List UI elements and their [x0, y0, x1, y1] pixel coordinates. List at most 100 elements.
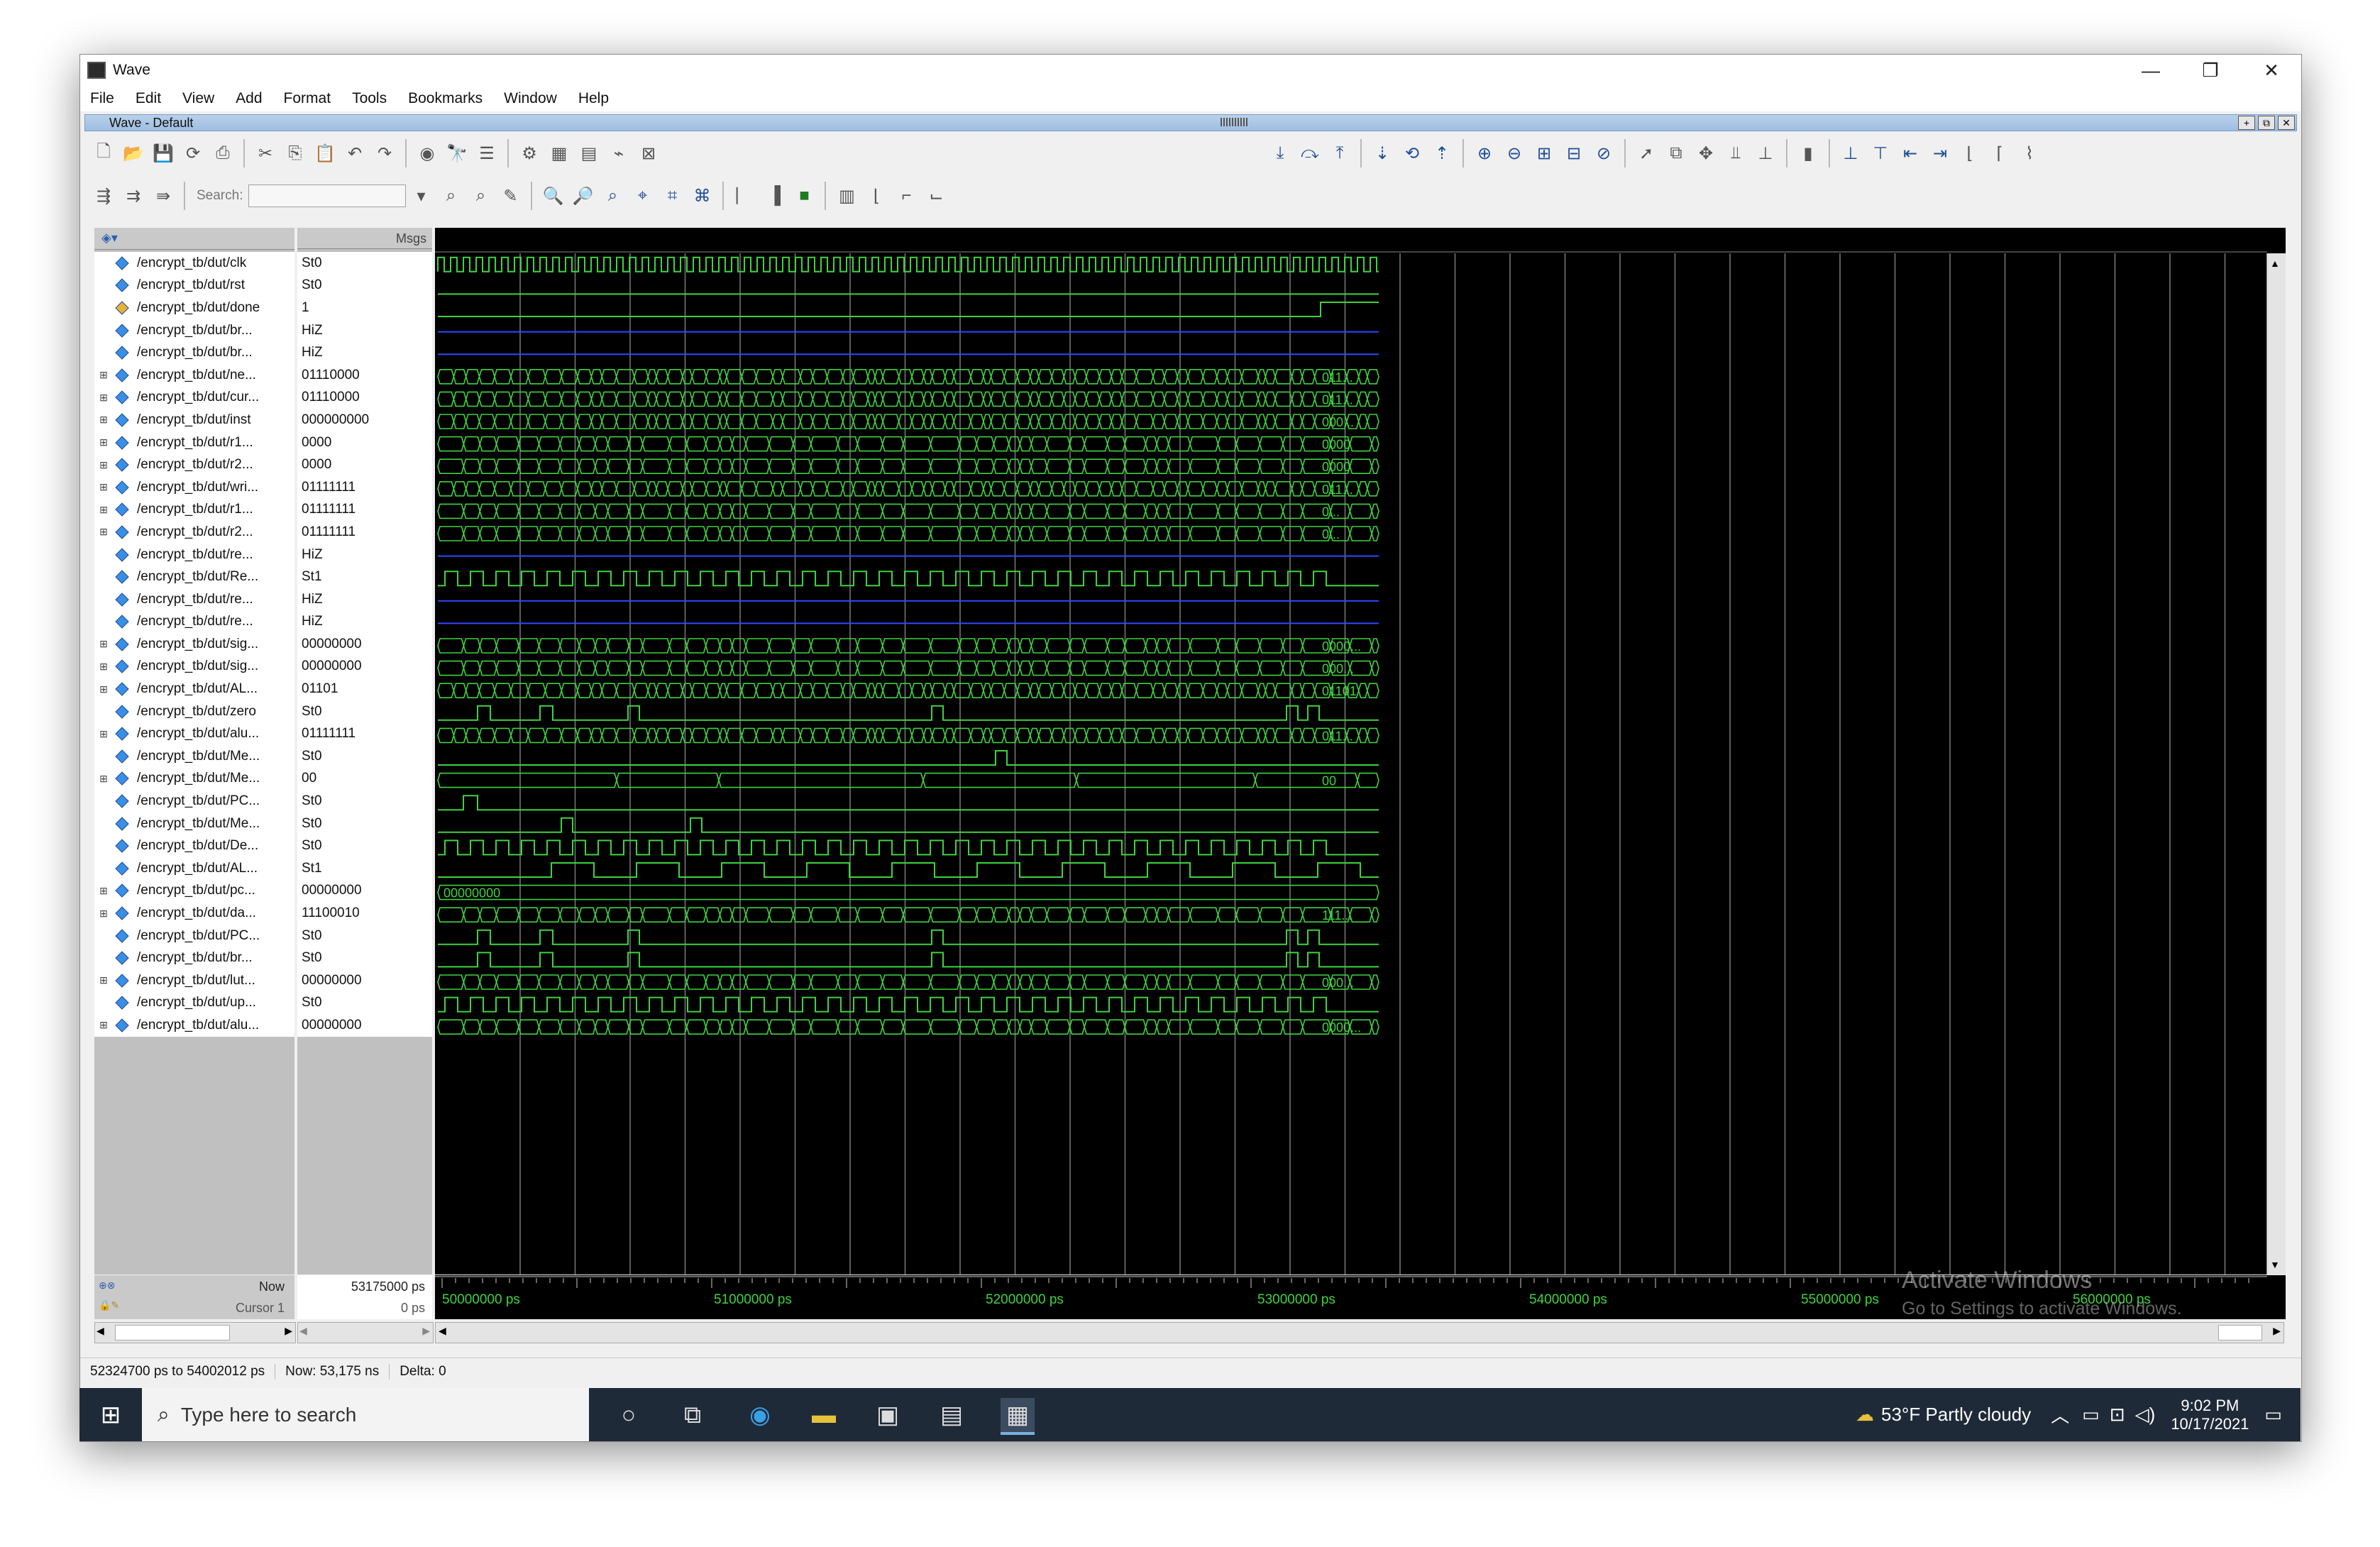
file-explorer-icon[interactable]: ▬	[807, 1398, 841, 1432]
step-over-icon[interactable]: ⤼	[1297, 141, 1323, 166]
divider-icon[interactable]: ⊘	[1591, 141, 1616, 166]
expand-icon[interactable]: ⊞	[97, 459, 110, 471]
paste-icon[interactable]: 📋	[312, 141, 338, 166]
weather-text[interactable]: 53°F Partly cloudy	[1881, 1404, 2031, 1426]
signal-row[interactable]: ⊞ /encrypt_tb/dut/sig...	[94, 656, 294, 678]
signal-value[interactable]: St0	[297, 790, 432, 813]
signal-row[interactable]: /encrypt_tb/dut/done	[94, 297, 294, 319]
signal-value[interactable]: 00000000	[297, 633, 432, 656]
zoom-full-icon[interactable]: ⌕	[600, 183, 625, 209]
expand-icon[interactable]: ⊞	[97, 638, 110, 650]
print-icon[interactable]: ⎙	[210, 141, 236, 166]
wave-icon[interactable]: ⌁	[606, 141, 632, 166]
vertical-scrollbar[interactable]: ▲ ▼	[2266, 253, 2286, 1275]
signal-value[interactable]: 01111111	[297, 722, 432, 745]
find-icon[interactable]: 🔭	[444, 141, 470, 166]
signal-row[interactable]: ⊞ /encrypt_tb/dut/alu...	[94, 1014, 294, 1037]
dataflow-icon[interactable]: ▮	[1795, 141, 1821, 166]
tray-chevron-icon[interactable]: ︿	[2051, 1402, 2069, 1428]
analog-icon[interactable]: ⌐	[893, 183, 919, 209]
expand-icon[interactable]: ⊞	[97, 481, 110, 493]
wave-insert-icon[interactable]: ⇉	[121, 183, 146, 209]
ungroup-icon[interactable]: ⊟	[1561, 141, 1587, 166]
measure-icon[interactable]: ⊥	[1753, 141, 1778, 166]
signal-row[interactable]: /encrypt_tb/dut/Me...	[94, 813, 294, 835]
copy-icon[interactable]: ⎘	[282, 141, 308, 166]
search-next-icon[interactable]: ⌕	[438, 183, 463, 209]
signal-value[interactable]: 00000000	[297, 880, 432, 903]
clock[interactable]: 9:02 PM 10/17/2021	[2171, 1397, 2249, 1433]
add-wave-icon[interactable]: ⊕	[1472, 141, 1497, 166]
format-icon[interactable]: ▥	[834, 183, 859, 209]
zoom-out-icon[interactable]: 🔎	[570, 183, 595, 209]
battery-icon[interactable]: ▭	[2082, 1404, 2100, 1426]
undo-icon[interactable]: ↶	[342, 141, 368, 166]
menu-help[interactable]: Help	[578, 90, 609, 107]
signal-value[interactable]: St0	[297, 947, 432, 969]
signal-value[interactable]: 01111111	[297, 499, 432, 522]
signal-value[interactable]: 00	[297, 768, 432, 791]
expand-icon[interactable]: ⊞	[97, 1019, 110, 1031]
signal-row[interactable]: ⊞ /encrypt_tb/dut/wri...	[94, 476, 294, 499]
signal-row[interactable]: ⊞ /encrypt_tb/dut/cur...	[94, 387, 294, 409]
cursor-delete-icon[interactable]: ▐	[761, 183, 787, 209]
zoom-last-icon[interactable]: ⌗	[659, 183, 685, 209]
redo-icon[interactable]: ↷	[372, 141, 397, 166]
value-scroll-right-icon[interactable]: ▶	[422, 1325, 430, 1337]
notifications-icon[interactable]: ▭	[2264, 1404, 2282, 1426]
scroll-up-icon[interactable]: ▲	[2270, 258, 2280, 269]
compile-icon[interactable]: ⚙	[517, 141, 542, 166]
menu-add[interactable]: Add	[236, 90, 262, 107]
prev-transition-icon[interactable]: ⇤	[1897, 141, 1923, 166]
reload-icon[interactable]: ⟳	[180, 141, 206, 166]
taskbar-search-box[interactable]: ⌕ Type here to search	[142, 1388, 589, 1441]
expand-icon[interactable]: ⊞	[97, 661, 110, 673]
select-pointer-icon[interactable]: ➚	[1634, 141, 1659, 166]
name-pane-menu-icon[interactable]: ◈▾	[101, 231, 118, 246]
signal-value[interactable]: HiZ	[297, 341, 432, 364]
signal-value[interactable]: St0	[297, 700, 432, 723]
signal-row[interactable]: ⊞ /encrypt_tb/dut/da...	[94, 902, 294, 925]
wave-scroll-left-icon[interactable]: ◀	[439, 1325, 446, 1337]
restart-icon[interactable]: ⇡	[1429, 141, 1455, 166]
signal-row[interactable]: /encrypt_tb/dut/zero	[94, 700, 294, 723]
rising-edge-icon[interactable]: ⌈	[1987, 141, 2012, 166]
app-icon[interactable]: ▤	[935, 1398, 969, 1432]
signal-row[interactable]: ⊞ /encrypt_tb/dut/r2...	[94, 453, 294, 476]
simulate-icon[interactable]: ▦	[546, 141, 572, 166]
any-edge-icon[interactable]: ⌇	[2017, 141, 2042, 166]
minimize-button[interactable]: —	[2121, 55, 2181, 86]
menu-format[interactable]: Format	[284, 90, 331, 107]
next-edge-icon[interactable]: ⊤	[1868, 141, 1893, 166]
expand-icon[interactable]: ⊞	[97, 885, 110, 897]
signal-row[interactable]: ⊞ /encrypt_tb/dut/sig...	[94, 633, 294, 656]
menu-file[interactable]: File	[90, 90, 114, 107]
drag-grip[interactable]	[1221, 118, 1249, 126]
value-scroll-left-icon[interactable]: ◀	[299, 1325, 307, 1337]
signal-row[interactable]: /encrypt_tb/dut/De...	[94, 835, 294, 857]
expand-icon[interactable]: ⊞	[97, 974, 110, 986]
grid-icon[interactable]: ▤	[576, 141, 602, 166]
radix-icon[interactable]: ⌊	[864, 183, 889, 209]
waveform-pane[interactable]: 011... 011... 000... 0000 0000 011... 0... 0...…	[435, 228, 2286, 1275]
signal-row[interactable]: /encrypt_tb/dut/br...	[94, 341, 294, 364]
signal-row[interactable]: /encrypt_tb/dut/PC...	[94, 790, 294, 813]
image-viewer-icon[interactable]: ▣	[871, 1398, 905, 1432]
windows-start-icon[interactable]: ⊞	[94, 1398, 128, 1432]
cursor-tools-icon[interactable]: ⊕⊗	[99, 1279, 115, 1292]
search-dropdown-icon[interactable]: ▾	[408, 183, 434, 209]
signal-value[interactable]: HiZ	[297, 544, 432, 566]
signal-value[interactable]: 00000000	[297, 656, 432, 678]
signal-value[interactable]: 0000	[297, 453, 432, 476]
run-icon[interactable]: ⇣	[1370, 141, 1395, 166]
task-view-icon[interactable]: ⧉	[676, 1398, 710, 1432]
signal-value[interactable]: 01111111	[297, 476, 432, 499]
signal-value[interactable]: HiZ	[297, 611, 432, 634]
signal-row[interactable]: /encrypt_tb/dut/br...	[94, 319, 294, 342]
name-hscrollbar[interactable]: ◀ ▶	[94, 1322, 296, 1343]
new-icon[interactable]: 🗋	[91, 141, 116, 166]
signal-value[interactable]: 01110000	[297, 387, 432, 409]
search-prev-icon[interactable]: ⌕	[468, 183, 493, 209]
signal-value[interactable]: St0	[297, 745, 432, 768]
signal-value[interactable]: 00000000	[297, 1014, 432, 1037]
